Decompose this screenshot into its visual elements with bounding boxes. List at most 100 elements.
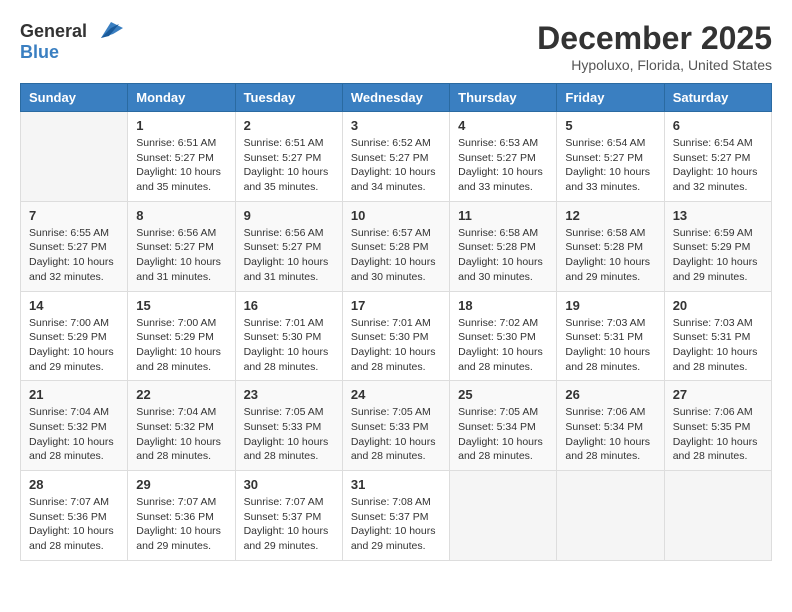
day-number: 30 [244,477,334,492]
day-info: Sunrise: 6:59 AMSunset: 5:29 PMDaylight:… [673,226,763,285]
table-row: 9 Sunrise: 6:56 AMSunset: 5:27 PMDaylight… [235,201,342,291]
day-number: 13 [673,208,763,223]
table-row: 27 Sunrise: 7:06 AMSunset: 5:35 PMDayligh… [664,381,771,471]
day-info: Sunrise: 7:02 AMSunset: 5:30 PMDaylight:… [458,316,548,375]
table-row: 5 Sunrise: 6:54 AMSunset: 5:27 PMDaylight… [557,112,664,202]
table-row: 6 Sunrise: 6:54 AMSunset: 5:27 PMDaylight… [664,112,771,202]
table-row: 16Sunrise: 7:01 AMSunset: 5:30 PMDayligh… [235,291,342,381]
logo-blue-text: Blue [20,42,59,62]
day-info: Sunrise: 6:52 AMSunset: 5:27 PMDaylight:… [351,136,441,195]
table-row: 24 Sunrise: 7:05 AMSunset: 5:33 PMDayligh… [342,381,449,471]
day-info: Sunrise: 7:06 AMSunset: 5:34 PMDaylight:… [565,405,655,464]
table-row: 3 Sunrise: 6:52 AMSunset: 5:27 PMDaylight… [342,112,449,202]
day-info: Sunrise: 6:51 AMSunset: 5:27 PMDaylight:… [136,136,226,195]
day-info: Sunrise: 6:51 AMSunset: 5:27 PMDaylight:… [244,136,334,195]
day-number: 8 [136,208,226,223]
day-number: 6 [673,118,763,133]
day-number: 28 [29,477,119,492]
table-row: 26 Sunrise: 7:06 AMSunset: 5:34 PMDayligh… [557,381,664,471]
day-info: Sunrise: 7:05 AMSunset: 5:33 PMDaylight:… [351,405,441,464]
table-row: 13 Sunrise: 6:59 AMSunset: 5:29 PMDayligh… [664,201,771,291]
day-number: 11 [458,208,548,223]
day-info: Sunrise: 6:53 AMSunset: 5:27 PMDaylight:… [458,136,548,195]
day-number: 23 [244,387,334,402]
week-row-2: 7 Sunrise: 6:55 AMSunset: 5:27 PMDaylight… [21,201,772,291]
day-number: 26 [565,387,655,402]
day-number: 31 [351,477,441,492]
day-info: Sunrise: 6:55 AMSunset: 5:27 PMDaylight:… [29,226,119,285]
day-info: Sunrise: 7:05 AMSunset: 5:33 PMDaylight:… [244,405,334,464]
page-header: General Blue December 2025 Hypoluxo, Flo… [20,20,772,73]
table-row: 1 Sunrise: 6:51 AMSunset: 5:27 PMDaylight… [128,112,235,202]
table-row: 4 Sunrise: 6:53 AMSunset: 5:27 PMDaylight… [450,112,557,202]
table-row: 7 Sunrise: 6:55 AMSunset: 5:27 PMDaylight… [21,201,128,291]
month-title: December 2025 [537,20,772,57]
table-row: 12Sunrise: 6:58 AMSunset: 5:28 PMDayligh… [557,201,664,291]
day-number: 14 [29,298,119,313]
day-info: Sunrise: 6:57 AMSunset: 5:28 PMDaylight:… [351,226,441,285]
day-number: 27 [673,387,763,402]
calendar-header-row: Sunday Monday Tuesday Wednesday Thursday… [21,84,772,112]
day-number: 4 [458,118,548,133]
table-row [21,112,128,202]
day-number: 10 [351,208,441,223]
logo-general-text: General [20,21,87,42]
day-info: Sunrise: 7:00 AMSunset: 5:29 PMDaylight:… [136,316,226,375]
day-number: 7 [29,208,119,223]
table-row: 29 Sunrise: 7:07 AMSunset: 5:36 PMDayligh… [128,471,235,561]
col-saturday: Saturday [664,84,771,112]
day-number: 21 [29,387,119,402]
day-info: Sunrise: 7:08 AMSunset: 5:37 PMDaylight:… [351,495,441,554]
day-info: Sunrise: 7:06 AMSunset: 5:35 PMDaylight:… [673,405,763,464]
location: Hypoluxo, Florida, United States [537,57,772,73]
week-row-5: 28 Sunrise: 7:07 AMSunset: 5:36 PMDayligh… [21,471,772,561]
calendar-table: Sunday Monday Tuesday Wednesday Thursday… [20,83,772,561]
col-monday: Monday [128,84,235,112]
week-row-3: 14 Sunrise: 7:00 AMSunset: 5:29 PMDayligh… [21,291,772,381]
table-row [664,471,771,561]
day-info: Sunrise: 6:54 AMSunset: 5:27 PMDaylight:… [673,136,763,195]
day-info: Sunrise: 7:07 AMSunset: 5:37 PMDaylight:… [244,495,334,554]
day-number: 20 [673,298,763,313]
logo: General Blue [20,20,123,63]
day-number: 19 [565,298,655,313]
title-section: December 2025 Hypoluxo, Florida, United … [537,20,772,73]
table-row: 28Sunrise: 7:07 AMSunset: 5:36 PMDayligh… [21,471,128,561]
day-info: Sunrise: 7:00 AMSunset: 5:29 PMDaylight:… [29,316,119,375]
day-info: Sunrise: 7:04 AMSunset: 5:32 PMDaylight:… [29,405,119,464]
day-number: 24 [351,387,441,402]
day-info: Sunrise: 7:05 AMSunset: 5:34 PMDaylight:… [458,405,548,464]
day-info: Sunrise: 6:58 AMSunset: 5:28 PMDaylight:… [458,226,548,285]
day-number: 17 [351,298,441,313]
col-tuesday: Tuesday [235,84,342,112]
table-row: 20 Sunrise: 7:03 AMSunset: 5:31 PMDayligh… [664,291,771,381]
table-row: 17Sunrise: 7:01 AMSunset: 5:30 PMDayligh… [342,291,449,381]
table-row: 30 Sunrise: 7:07 AMSunset: 5:37 PMDayligh… [235,471,342,561]
day-number: 18 [458,298,548,313]
table-row: 14 Sunrise: 7:00 AMSunset: 5:29 PMDayligh… [21,291,128,381]
col-sunday: Sunday [21,84,128,112]
day-info: Sunrise: 7:04 AMSunset: 5:32 PMDaylight:… [136,405,226,464]
day-number: 29 [136,477,226,492]
day-number: 1 [136,118,226,133]
table-row: 18 Sunrise: 7:02 AMSunset: 5:30 PMDayligh… [450,291,557,381]
day-info: Sunrise: 7:01 AMSunset: 5:30 PMDaylight:… [244,316,334,375]
day-number: 12 [565,208,655,223]
day-number: 5 [565,118,655,133]
day-number: 3 [351,118,441,133]
day-number: 22 [136,387,226,402]
day-number: 15 [136,298,226,313]
day-info: Sunrise: 6:56 AMSunset: 5:27 PMDaylight:… [136,226,226,285]
table-row: 25Sunrise: 7:05 AMSunset: 5:34 PMDayligh… [450,381,557,471]
table-row: 19Sunrise: 7:03 AMSunset: 5:31 PMDayligh… [557,291,664,381]
table-row: 15 Sunrise: 7:00 AMSunset: 5:29 PMDayligh… [128,291,235,381]
day-info: Sunrise: 6:56 AMSunset: 5:27 PMDaylight:… [244,226,334,285]
day-info: Sunrise: 6:54 AMSunset: 5:27 PMDaylight:… [565,136,655,195]
day-info: Sunrise: 7:07 AMSunset: 5:36 PMDaylight:… [136,495,226,554]
week-row-4: 21 Sunrise: 7:04 AMSunset: 5:32 PMDayligh… [21,381,772,471]
day-number: 9 [244,208,334,223]
col-friday: Friday [557,84,664,112]
day-info: Sunrise: 7:03 AMSunset: 5:31 PMDaylight:… [673,316,763,375]
table-row: 22 Sunrise: 7:04 AMSunset: 5:32 PMDayligh… [128,381,235,471]
table-row: 10 Sunrise: 6:57 AMSunset: 5:28 PMDayligh… [342,201,449,291]
